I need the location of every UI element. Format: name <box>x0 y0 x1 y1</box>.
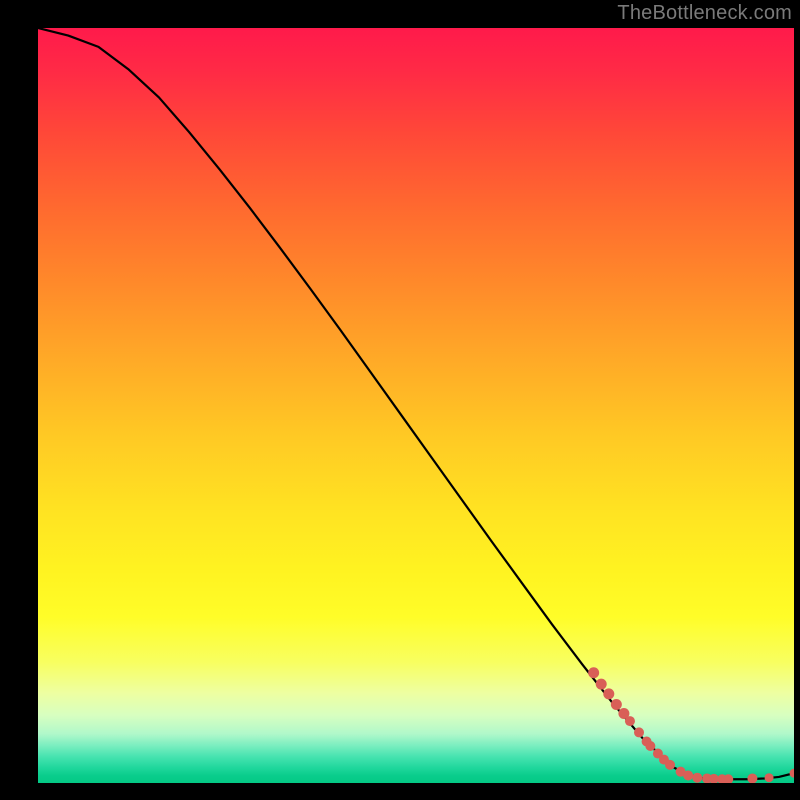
marker-point <box>692 773 702 783</box>
marker-point <box>645 741 655 751</box>
marker-point <box>603 688 614 699</box>
marker-point <box>683 770 693 780</box>
marker-point <box>588 667 599 678</box>
marker-point <box>611 699 622 710</box>
marker-point <box>790 769 795 778</box>
chart-container: TheBottleneck.com <box>0 0 800 800</box>
highlighted-points <box>588 667 794 783</box>
plot-area <box>38 28 794 783</box>
marker-point <box>665 760 675 770</box>
marker-point <box>634 727 644 737</box>
marker-point <box>596 679 607 690</box>
chart-svg <box>38 28 794 783</box>
bottleneck-curve <box>38 28 794 779</box>
marker-point <box>625 716 635 726</box>
attribution-label: TheBottleneck.com <box>617 2 792 25</box>
marker-point <box>765 773 774 782</box>
marker-point <box>747 773 757 783</box>
